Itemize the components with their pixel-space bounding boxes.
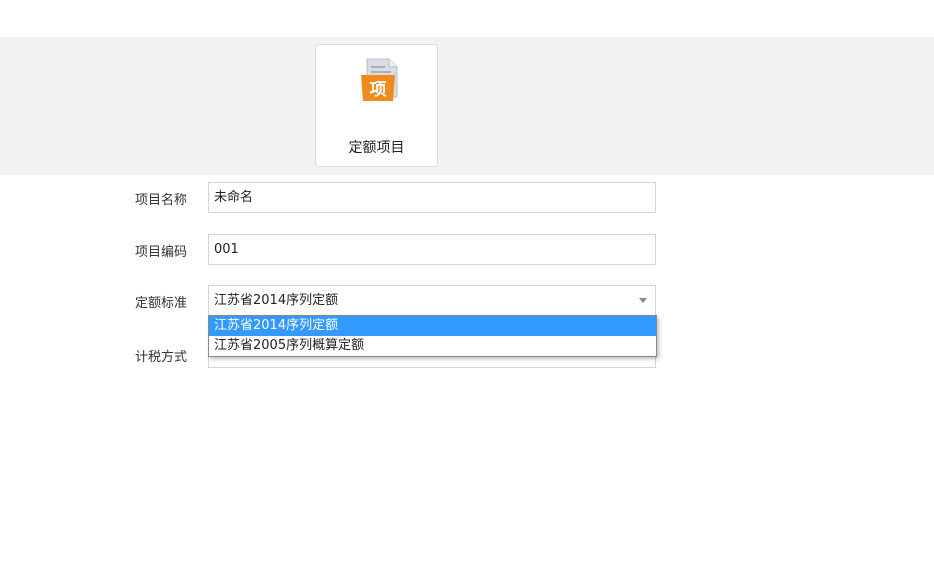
quota-standard-dropdown: 江苏省2014序列定额 江苏省2005序列概算定额 bbox=[208, 315, 657, 357]
project-code-label: 项目编码 bbox=[135, 245, 188, 260]
project-code-value: 001 bbox=[214, 242, 239, 257]
toolbar-band bbox=[0, 37, 934, 175]
quota-standard-select[interactable]: 江苏省2014序列定额 bbox=[208, 285, 656, 316]
icon-glyph: 项 bbox=[370, 80, 387, 100]
project-name-label: 项目名称 bbox=[135, 193, 188, 208]
project-code-input[interactable]: 001 bbox=[208, 234, 656, 265]
chevron-down-icon[interactable] bbox=[639, 298, 647, 303]
dropdown-option-2014[interactable]: 江苏省2014序列定额 bbox=[209, 316, 656, 336]
document-xiang-icon: 项 bbox=[361, 58, 398, 101]
tax-method-label: 计税方式 bbox=[135, 350, 188, 365]
project-name-input[interactable]: 未命名 bbox=[208, 182, 656, 213]
tile-label: 定额项目 bbox=[348, 140, 405, 156]
project-name-value: 未命名 bbox=[214, 190, 254, 205]
dropdown-option-2005[interactable]: 江苏省2005序列概算定额 bbox=[209, 336, 656, 356]
quota-project-tile[interactable]: 项 定额项目 bbox=[315, 44, 438, 167]
quota-standard-value: 江苏省2014序列定额 bbox=[214, 293, 339, 308]
quota-standard-label: 定额标准 bbox=[135, 296, 188, 311]
